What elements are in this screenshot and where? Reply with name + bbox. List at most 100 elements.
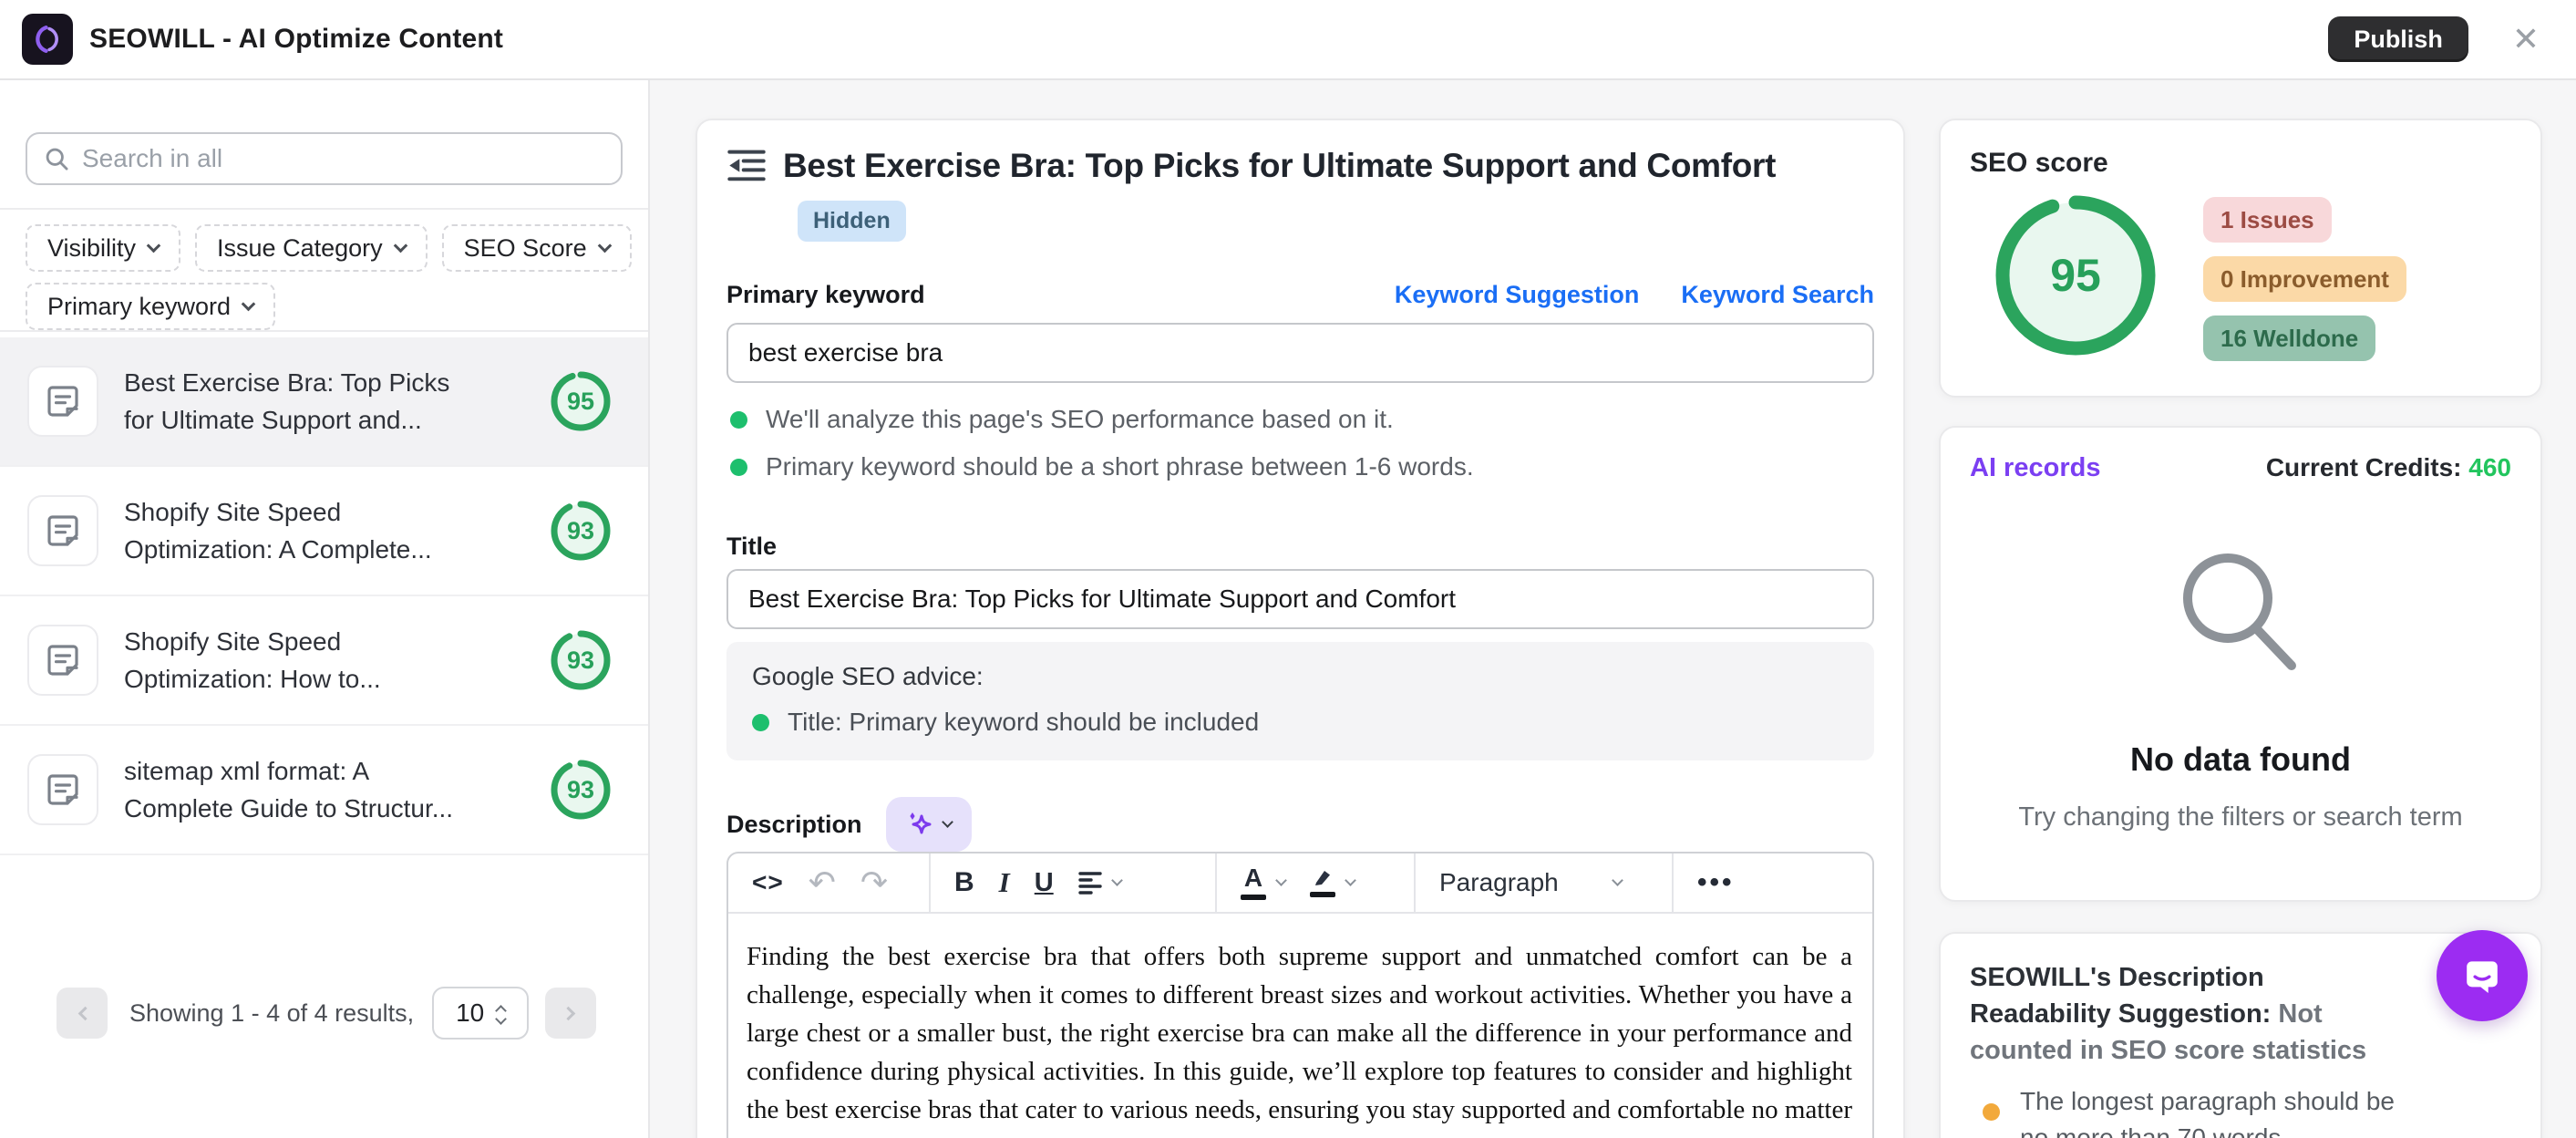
welldone-badge: 16 Welldone [2203,316,2375,361]
content-title-row: Best Exercise Bra: Top Picks for Ultimat… [726,146,1874,186]
more-options-icon[interactable]: ••• [1697,867,1735,898]
next-page-button[interactable] [545,988,596,1039]
outdent-icon [726,146,767,186]
publish-button[interactable]: Publish [2328,16,2468,62]
green-dot-icon [752,714,769,731]
editor-toolbar: <> ↶ ↷ B I U [728,854,1872,914]
editor-paragraph: Finding the best exercise bra that offer… [747,937,1852,1138]
text-color-icon[interactable]: A [1241,865,1285,900]
document-icon [27,754,98,825]
keyword-suggestion-link[interactable]: Keyword Suggestion [1395,281,1640,309]
score-ring: 95 [550,370,612,432]
seo-score-body: 95 1 Issues 0 Improvement 16 Welldone [1970,193,2511,361]
item-title: Best Exercise Bra: Top Picksfor Ultimate… [124,364,521,439]
advice-heading: Google SEO advice: [752,662,1849,691]
seo-score-heading: SEO score [1970,148,2511,179]
chevron-down-icon [1111,874,1123,886]
primary-keyword-input[interactable] [726,323,1874,383]
paragraph-style-select[interactable]: Paragraph [1439,868,1622,897]
keyword-hint: Primary keyword should be a short phrase… [730,452,1474,481]
chat-bubble-icon [2457,949,2508,1002]
undo-icon[interactable]: ↶ [809,866,836,899]
score-ring: 93 [550,500,612,562]
highlight-color-icon[interactable] [1310,868,1355,897]
results-list: Best Exercise Bra: Top Picksfor Ultimate… [0,337,648,855]
pagination-summary: Showing 1 - 4 of 4 results, [129,999,414,1028]
ai-generate-button[interactable] [886,797,972,852]
seo-score-value: 95 [1994,193,2158,357]
editor-content[interactable]: Finding the best exercise bra that offer… [728,914,1872,1138]
align-icon[interactable] [1078,871,1121,895]
code-view-icon[interactable]: <> [752,868,784,897]
page-size-select[interactable]: 10 [432,987,529,1040]
orange-dot-icon [1983,1103,2000,1121]
credits-label: Current Credits: 460 [2266,453,2511,482]
chevron-down-icon [597,238,612,253]
close-icon[interactable]: ✕ [2512,23,2540,56]
score-ring: 93 [550,629,612,691]
green-dot-icon [730,459,747,476]
status-badge: Hidden [798,201,906,242]
green-dot-icon [730,411,747,429]
seo-score-badges: 1 Issues 0 Improvement 16 Welldone [2203,197,2406,361]
search-input[interactable] [82,144,574,173]
readability-heading: SEOWILL's Description Readability Sugges… [1970,959,2406,1069]
sparkle-icon [905,810,934,839]
chevron-down-icon [1275,874,1287,886]
pagination: Showing 1 - 4 of 4 results, 10 [57,987,596,1040]
chevron-down-icon [1345,874,1356,886]
app-header: SEOWILL - AI Optimize Content Publish ✕ [0,0,2576,80]
list-item[interactable]: sitemap xml format: AComplete Guide to S… [0,726,648,855]
document-icon [27,495,98,566]
chevron-down-icon [1612,874,1623,886]
seo-score-ring: 95 [1994,193,2158,357]
toolbar-group-more: ••• [1674,854,1872,912]
improvement-badge: 0 Improvement [2203,256,2406,302]
search-bar[interactable] [26,132,623,185]
toolbar-group-format: B I U [931,854,1217,912]
search-icon [44,146,69,171]
page-title: SEOWILL - AI Optimize Content [89,24,503,55]
score-ring: 93 [550,759,612,821]
chevron-down-icon [942,816,953,828]
chat-widget-button[interactable] [2437,930,2528,1021]
underline-icon[interactable]: U [1035,868,1054,898]
list-item[interactable]: Best Exercise Bra: Top Picksfor Ultimate… [0,337,648,467]
redo-icon[interactable]: ↷ [860,866,888,899]
results-sidebar: Visibility Issue Category SEO Score Prim… [0,80,650,1138]
filter-seo-score[interactable]: SEO Score [442,224,632,272]
document-icon [27,366,98,437]
item-title: sitemap xml format: AComplete Guide to S… [124,752,521,827]
chevron-down-icon [393,238,407,253]
filter-primary-keyword[interactable]: Primary keyword [26,283,275,330]
credits-value: 460 [2468,453,2511,481]
issues-badge: 1 Issues [2203,197,2332,243]
google-seo-advice-box: Google SEO advice: Title: Primary keywor… [726,642,1874,760]
title-input[interactable] [726,569,1874,629]
chevron-right-icon [561,1006,575,1020]
prev-page-button[interactable] [57,988,108,1039]
keyword-search-link[interactable]: Keyword Search [1681,281,1874,309]
magnifier-icon [2168,540,2313,686]
list-item[interactable]: Shopify Site SpeedOptimization: How to..… [0,596,648,726]
ai-records-card: AI records Current Credits: 460 No data … [1939,426,2542,902]
ai-records-heading: AI records [1970,453,2100,483]
app-window: SEOWILL - AI Optimize Content Publish ✕ … [0,0,2576,1138]
filter-visibility[interactable]: Visibility [26,224,180,272]
document-icon [27,625,98,696]
keyword-hint: We'll analyze this page's SEO performanc… [730,405,1394,434]
toolbar-group-paragraph: Paragraph [1416,854,1674,912]
title-field-label: Title [726,533,777,561]
italic-icon[interactable]: I [999,866,1010,899]
stepper-icon [497,1003,505,1023]
chevron-down-icon [147,238,161,253]
item-title: Shopify Site SpeedOptimization: A Comple… [124,493,521,568]
empty-state-icon-wrap [1970,540,2511,686]
primary-keyword-label: Primary keyword [726,281,925,309]
content-editor-card: Best Exercise Bra: Top Picks for Ultimat… [696,119,1905,1138]
list-item[interactable]: Shopify Site SpeedOptimization: A Comple… [0,467,648,596]
seo-score-card: SEO score 95 1 Issues 0 Improvement 16 W… [1939,119,2542,398]
item-title: Shopify Site SpeedOptimization: How to..… [124,623,521,698]
filter-issue-category[interactable]: Issue Category [195,224,428,272]
bold-icon[interactable]: B [954,867,974,898]
